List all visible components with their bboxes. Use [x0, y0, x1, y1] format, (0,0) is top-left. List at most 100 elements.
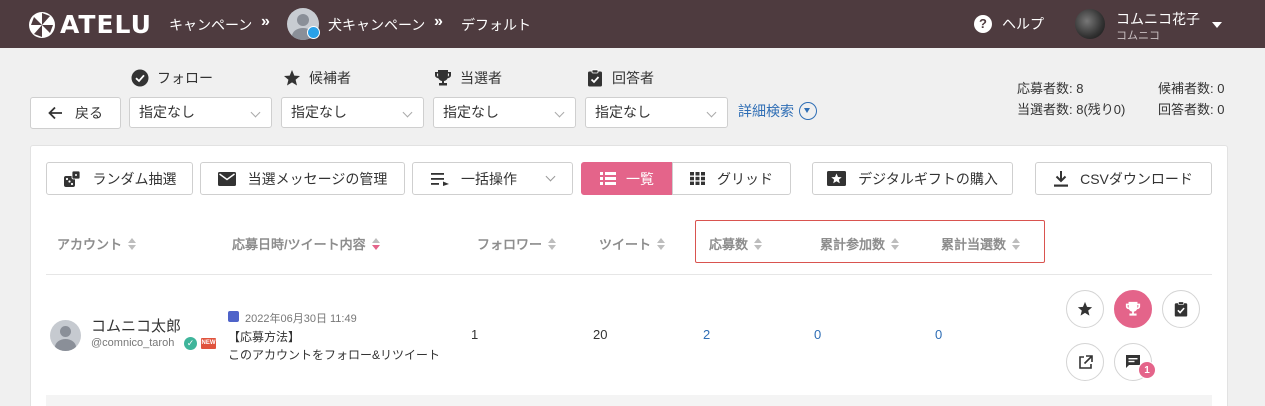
tweets-count: 20: [593, 327, 608, 342]
csv-download-button[interactable]: CSVダウンロード: [1035, 162, 1212, 195]
logo-text: ATELU: [60, 10, 152, 39]
respondent-filter-select[interactable]: 指定なし: [585, 97, 728, 128]
respondent-clipboard-button[interactable]: [1162, 290, 1200, 328]
retweet-icon: [228, 311, 239, 322]
breadcrumb-dog-campaign[interactable]: 犬キャンペーン: [328, 15, 425, 35]
csv-download-label: CSVダウンロード: [1080, 170, 1193, 187]
help-label: ヘルプ: [1002, 16, 1044, 32]
chevron-down-icon: [554, 107, 565, 118]
winner-label-text: 当選者: [460, 70, 502, 86]
header-divider: [46, 274, 1212, 275]
digital-gift-button[interactable]: デジタルギフトの購入: [812, 162, 1013, 195]
sort-desc-icon: [371, 237, 380, 250]
dice-icon: [63, 170, 80, 187]
user-menu-caret-icon[interactable]: [1212, 22, 1222, 28]
column-label: アカウント: [57, 237, 123, 252]
breadcrumb-separator: »: [434, 13, 443, 30]
expand-circle-icon: [799, 102, 817, 120]
trophy-icon: [435, 70, 451, 86]
filter-follow-label: フォロー: [131, 68, 213, 88]
entries-count-link[interactable]: 2: [703, 327, 710, 342]
view-list-toggle[interactable]: 一覧: [581, 162, 673, 195]
back-label: 戻る: [75, 105, 103, 121]
highlight-box: [695, 220, 1045, 263]
follow-filter-select[interactable]: 指定なし: [129, 97, 272, 128]
breadcrumb-default: デフォルト: [461, 17, 531, 33]
view-list-label: 一覧: [626, 170, 654, 187]
detail-search-link[interactable]: 詳細検索: [738, 101, 817, 121]
total-wins-link[interactable]: 0: [935, 327, 942, 342]
new-badge: NEW: [201, 338, 216, 349]
breadcrumb-separator: »: [261, 13, 270, 30]
stat-candidates: 候補者数: 0: [1158, 81, 1225, 96]
next-row-stub: [46, 395, 1212, 406]
filter-candidate-label: 候補者: [283, 68, 351, 88]
envelope-icon: [217, 171, 236, 186]
user-name[interactable]: コムニコ花子: [1116, 9, 1200, 29]
sort-icon: [548, 237, 557, 250]
breadcrumb-campaigns[interactable]: キャンペーン: [169, 15, 252, 35]
column-header-tweets[interactable]: ツイート: [599, 234, 666, 253]
candidate-filter-select[interactable]: 指定なし: [281, 97, 424, 128]
total-participation-link[interactable]: 0: [814, 327, 821, 342]
column-header-account[interactable]: アカウント: [57, 234, 137, 253]
stat-respondents: 回答者数: 0: [1158, 102, 1225, 117]
candidate-filter-value: 指定なし: [291, 104, 347, 120]
filter-winner-label: 当選者: [434, 68, 502, 88]
list-icon: [600, 172, 616, 185]
filter-respondent-label: 回答者: [586, 68, 654, 88]
app-logo[interactable]: ATELU: [28, 10, 152, 39]
winner-filter-select[interactable]: 指定なし: [433, 97, 576, 128]
back-button[interactable]: 戻る: [30, 97, 121, 129]
candidate-label-text: 候補者: [309, 70, 351, 86]
help-link[interactable]: ? ヘルプ: [974, 14, 1044, 34]
clipboard-check-icon: [588, 69, 602, 87]
verified-check-icon: ✓: [184, 337, 197, 350]
stat-winners: 当選者数: 8(残り0): [1017, 102, 1126, 117]
trophy-icon: [1125, 301, 1141, 316]
open-external-button[interactable]: [1066, 343, 1104, 381]
user-org: コムニコ: [1116, 30, 1160, 42]
arrow-left-icon: [48, 106, 62, 120]
column-header-followers[interactable]: フォロワー: [477, 234, 557, 253]
star-icon: [284, 70, 300, 86]
chevron-down-icon: [402, 107, 413, 118]
view-grid-label: グリッド: [717, 170, 773, 187]
candidate-star-button[interactable]: [1066, 290, 1104, 328]
avatar[interactable]: [50, 320, 81, 351]
column-header-date-tweet[interactable]: 応募日時/ツイート内容: [232, 234, 380, 253]
clipboard-check-icon: [1174, 301, 1188, 317]
entry-date: 2022年06月30日 11:49: [245, 313, 357, 325]
help-icon: ?: [974, 15, 992, 33]
account-handle: @comnico_taroh: [91, 337, 175, 349]
sort-icon: [128, 237, 137, 250]
tweet-text-line2: このアカウントをフォロー&リツイート: [228, 348, 441, 362]
view-grid-toggle[interactable]: グリッド: [672, 162, 791, 195]
bulk-action-label: 一括操作: [461, 170, 517, 187]
winner-trophy-button[interactable]: [1114, 290, 1152, 328]
tweet-text-line1: 【応募方法】: [228, 330, 301, 344]
chevron-down-icon: [250, 107, 261, 118]
twitter-badge-icon: [307, 26, 320, 39]
message-count-badge: 1: [1138, 361, 1156, 379]
winner-filter-value: 指定なし: [443, 104, 499, 120]
bulk-action-dropdown[interactable]: 一括操作: [412, 162, 573, 195]
respondent-label-text: 回答者: [612, 70, 654, 86]
gift-card-icon: [827, 171, 847, 186]
chevron-down-icon: [545, 171, 556, 182]
follow-label-text: フォロー: [157, 70, 213, 86]
external-link-icon: [1078, 354, 1093, 369]
star-icon: [1077, 301, 1093, 316]
user-avatar[interactable]: [1075, 9, 1105, 39]
follow-filter-value: 指定なし: [139, 104, 195, 120]
stat-applicants: 応募者数: 8: [1017, 81, 1084, 96]
check-circle-icon: [131, 69, 149, 87]
logo-mark-icon: [29, 11, 55, 38]
random-draw-label: ランダム抽選: [92, 170, 177, 187]
digital-gift-label: デジタルギフトの購入: [858, 170, 998, 187]
account-name[interactable]: コムニコ太郎: [91, 315, 181, 336]
random-draw-button[interactable]: ランダム抽選: [46, 162, 193, 195]
winner-messages-button[interactable]: 当選メッセージの管理: [200, 162, 405, 195]
column-label: フォロワー: [477, 237, 543, 252]
top-bar: ATELU キャンペーン » 犬キャンペーン » デフォルト ? ヘルプ コムニ…: [0, 0, 1265, 48]
